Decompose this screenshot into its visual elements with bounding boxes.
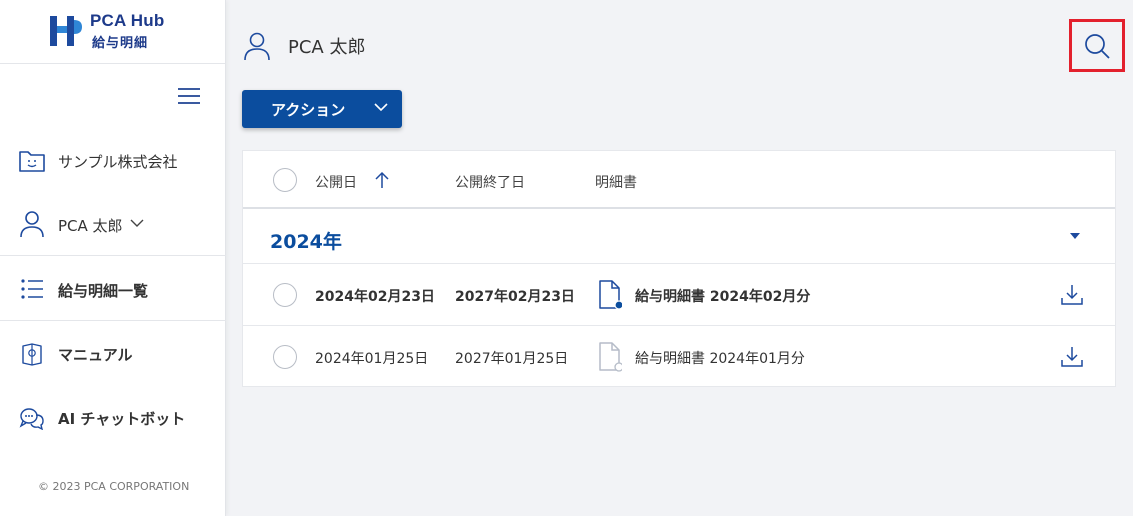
sidebar-company-label: サンプル株式会社 [58,153,178,171]
sidebar-divider [0,320,226,321]
download-icon[interactable] [1060,283,1084,307]
list-icon [18,275,46,303]
sidebar-item-label: 給与明細一覧 [58,282,149,300]
end-date-cell: 2027年02月23日 [455,289,575,305]
chatbot-icon [18,404,46,432]
sort-ascending-icon[interactable] [375,171,389,189]
table-row[interactable]: 2024年02月23日 2027年02月23日 給与明細書 2024年02月分 [243,264,1115,326]
company-folder-icon [18,147,46,175]
sidebar-user-menu[interactable]: PCA 太郎 [0,208,226,240]
document-link[interactable]: 給与明細書 2024年02月分 [635,286,810,306]
action-button-label: アクション [271,100,346,119]
user-icon [244,32,270,61]
document-read-icon [599,342,622,372]
action-dropdown-button[interactable]: アクション [242,90,402,128]
publish-date-cell: 2024年02月23日 [315,289,435,305]
row-select-checkbox[interactable] [273,283,297,307]
payslip-table: 公開日 公開終了日 明細書 2024年 2024年02月23日 2027年02月… [242,150,1116,387]
column-header-end-date[interactable]: 公開終了日 [455,172,525,192]
column-header-document: 明細書 [595,175,637,191]
document-link[interactable]: 給与明細書 2024年01月分 [635,348,805,368]
end-date-cell: 2027年01月25日 [455,351,569,367]
pca-hub-logo-icon [50,16,82,46]
brand-logo[interactable]: PCA Hub 給与明細 [0,0,225,64]
publish-date-cell: 2024年01月25日 [315,351,429,367]
brand-subtitle: 給与明細 [92,36,149,51]
sidebar-user-label: PCA 太郎 [58,217,123,235]
brand-name: PCA Hub [90,11,165,30]
group-header-2024[interactable]: 2024年 [243,211,1115,264]
document-unread-icon [599,280,622,310]
menu-toggle-icon[interactable] [178,86,200,106]
group-title: 2024年 [270,231,342,253]
download-icon[interactable] [1060,345,1084,369]
chevron-down-icon [374,103,388,112]
sidebar-company[interactable]: サンプル株式会社 [0,146,226,176]
sidebar-item-chatbot[interactable]: AI チャットボット [0,403,226,433]
sidebar-divider [0,255,226,256]
chevron-down-icon [130,219,144,227]
copyright-text: © 2023 PCA CORPORATION [38,480,190,493]
sidebar: PCA Hub 給与明細 サンプル株式会社 PCA 太郎 給与明細一覧 マニュア… [0,0,226,516]
row-select-checkbox[interactable] [273,345,297,369]
table-row[interactable]: 2024年01月25日 2027年01月25日 給与明細書 2024年01月分 [243,326,1115,388]
user-icon [18,210,46,238]
search-icon [1085,33,1110,59]
sidebar-item-label: マニュアル [58,346,133,364]
caret-down-icon[interactable] [1070,233,1080,240]
table-header: 公開日 公開終了日 明細書 [243,151,1115,209]
page-title: PCA 太郎 [288,37,366,58]
page-user-header: PCA 太郎 [242,30,365,62]
select-all-checkbox[interactable] [273,168,297,192]
sidebar-item-payslip-list[interactable]: 給与明細一覧 [0,274,226,304]
sidebar-item-manual[interactable]: マニュアル [0,339,226,369]
sidebar-item-label: AI チャットボット [58,410,186,428]
search-button[interactable] [1069,19,1125,72]
column-header-publish-date[interactable]: 公開日 [315,172,357,192]
manual-icon [18,340,46,368]
